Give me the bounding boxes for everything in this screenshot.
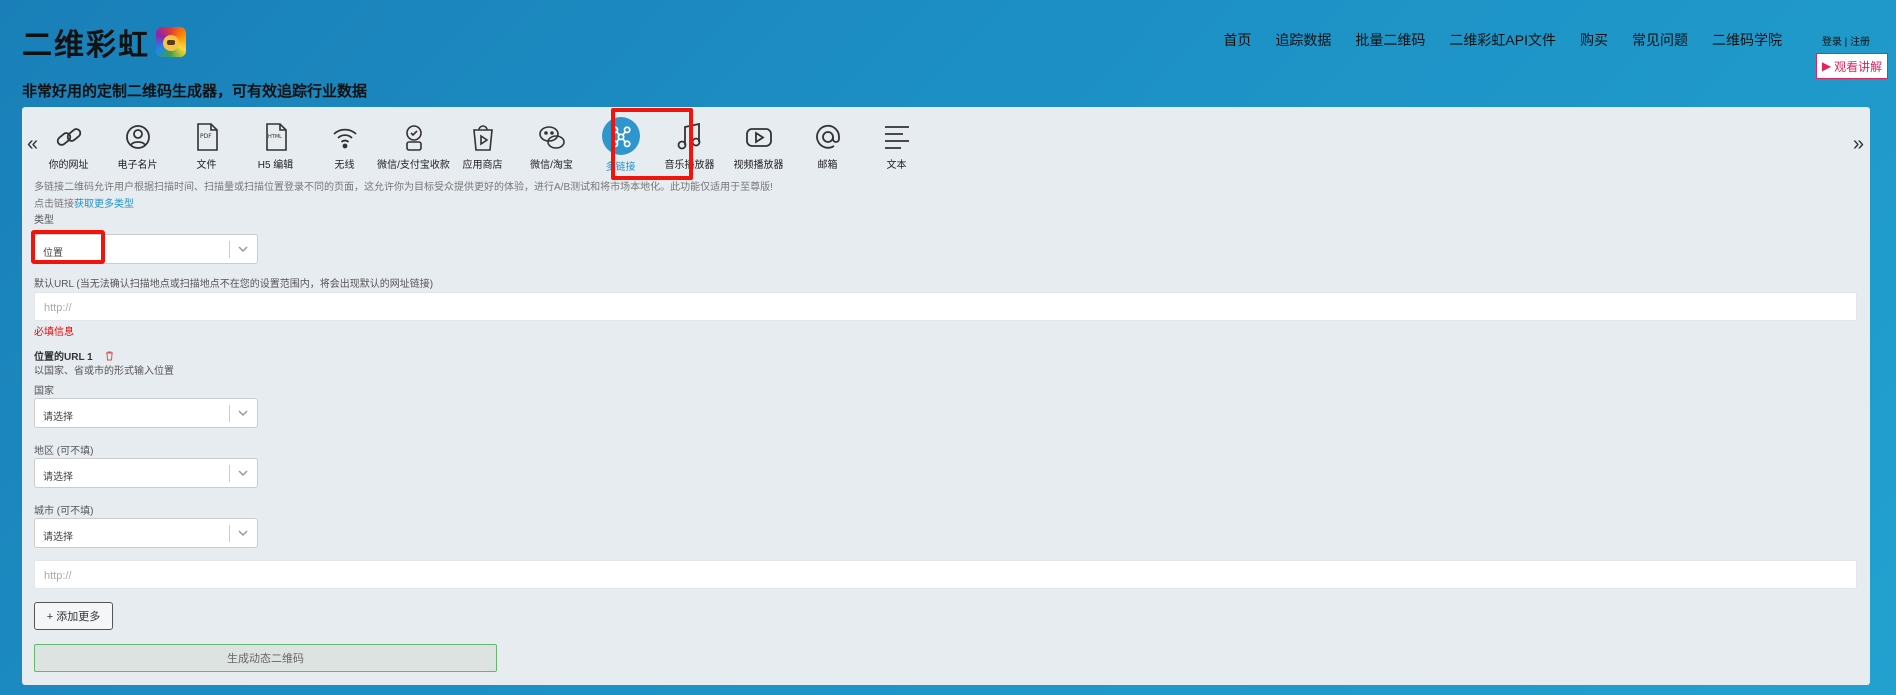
text-lines-icon [884, 126, 909, 149]
default-url-label: 默认URL (当无法确认扫描地点或扫描地点不在您的设置范围内，将会出现默认的网址… [34, 279, 434, 290]
tab-vcard[interactable]: 电子名片 [103, 113, 172, 179]
nav-batch[interactable]: 批量二维码 [1355, 30, 1425, 50]
tab-file[interactable]: PDF 文件 [172, 113, 241, 179]
location-hint: 以国家、省或市的形式输入位置 [34, 366, 174, 377]
chevron-down-icon [238, 246, 248, 253]
add-more-button[interactable]: + 添加更多 [34, 602, 113, 630]
chevron-down-icon [238, 410, 248, 417]
type-select-highlight [31, 230, 105, 264]
watch-tutorial-label: 观看讲解 [1834, 59, 1883, 74]
chevron-down-icon [238, 470, 248, 477]
tab-label: 你的网址 [48, 160, 89, 171]
wifi-icon [332, 128, 357, 149]
svg-text:HTML: HTML [268, 134, 282, 140]
city-select-value: 请选择 [43, 532, 73, 543]
at-sign-icon [815, 124, 840, 149]
logo-text: 二维彩虹 [22, 28, 150, 63]
tab-label: 文本 [886, 160, 907, 171]
active-tab-highlight [611, 108, 693, 180]
pdf-file-icon: PDF [196, 123, 218, 151]
payment-icon [405, 125, 422, 151]
video-play-icon [745, 128, 772, 147]
tab-label: 应用商店 [462, 160, 503, 171]
wechat-icon [538, 126, 565, 149]
city-label: 城市 (可不填) [34, 506, 94, 517]
tab-app-store[interactable]: 应用商店 [448, 113, 517, 179]
svg-text:PDF: PDF [200, 133, 212, 140]
nav-api[interactable]: 二维彩虹API文件 [1449, 30, 1556, 50]
qr-type-tabs: 你的网址 电子名片 PDF 文件 HTML H5 编辑 无线 微信/支付宝收款 … [34, 113, 931, 179]
tab-label: 无线 [334, 160, 355, 171]
select-separator [229, 405, 230, 422]
nav-home[interactable]: 首页 [1223, 30, 1251, 50]
top-nav: 首页 追踪数据 批量二维码 二维彩虹API文件 购买 常见问题 二维码学院 [1223, 30, 1782, 50]
url-placeholder: http:// [44, 570, 72, 582]
default-url-input[interactable]: http:// [34, 292, 1857, 321]
logo[interactable]: 二维彩虹 [22, 20, 186, 64]
play-icon: ▶ [1821, 59, 1832, 73]
more-types-line: 点击链接获取更多类型 [34, 195, 134, 210]
tab-text[interactable]: 文本 [862, 113, 931, 179]
chevron-down-icon [238, 530, 248, 537]
tab-label: 邮箱 [817, 160, 838, 171]
country-select-value: 请选择 [43, 412, 73, 423]
nav-buy[interactable]: 购买 [1580, 30, 1608, 50]
generate-dynamic-qr-button[interactable]: 生成动态二维码 [34, 644, 497, 672]
tab-label: H5 编辑 [257, 160, 294, 171]
link-icon [56, 128, 81, 146]
country-label: 国家 [34, 386, 54, 397]
tab-label: 视频播放器 [733, 160, 784, 171]
location-url-label: 位置的URL 1 [34, 352, 93, 363]
more-types-link[interactable]: 获取更多类型 [74, 199, 134, 210]
tab-h5[interactable]: HTML H5 编辑 [241, 113, 310, 179]
nav-faq[interactable]: 常见问题 [1632, 30, 1688, 50]
url-placeholder: http:// [44, 302, 72, 314]
tagline: 非常好用的定制二维码生成器，可有效追踪行业数据 [22, 83, 368, 100]
region-label: 地区 (可不填) [34, 446, 94, 457]
tab-label: 微信/支付宝收款 [377, 160, 450, 171]
generator-panel: « » 你的网址 电子名片 PDF 文件 HTML H5 编辑 无线 微信/支付… [22, 107, 1870, 685]
select-separator [229, 465, 230, 482]
tab-label: 微信/淘宝 [530, 160, 573, 171]
select-separator [229, 525, 230, 542]
tab-wechat-taobao[interactable]: 微信/淘宝 [517, 113, 586, 179]
city-select[interactable]: 请选择 [34, 518, 258, 548]
user-card-icon [125, 125, 150, 149]
html-file-icon: HTML [265, 123, 287, 151]
tab-url[interactable]: 你的网址 [34, 113, 103, 179]
region-select[interactable]: 请选择 [34, 458, 258, 488]
scroll-right-icon[interactable]: » [1853, 133, 1864, 156]
login-register-link[interactable]: 登录 | 注册 [1822, 33, 1870, 48]
type-label: 类型 [34, 215, 54, 226]
location-url-title: 位置的URL 1 [34, 348, 114, 363]
trash-icon[interactable] [105, 351, 114, 361]
multi-link-description: 多链接二维码允许用户根据扫描时间、扫描量或扫描位置登录不同的页面，这允许你为目标… [34, 182, 773, 193]
tab-video[interactable]: 视频播放器 [724, 113, 793, 179]
tab-email[interactable]: 邮箱 [793, 113, 862, 179]
watch-tutorial-button[interactable]: ▶ 观看讲解 [1816, 53, 1888, 79]
required-hint: 必填信息 [34, 327, 74, 338]
nav-tracking[interactable]: 追踪数据 [1275, 30, 1331, 50]
select-separator [229, 241, 230, 258]
location-url-input[interactable]: http:// [34, 560, 1857, 589]
tab-label: 文件 [196, 160, 217, 171]
tab-label: 电子名片 [117, 160, 158, 171]
tab-payment[interactable]: 微信/支付宝收款 [377, 113, 450, 179]
rainbow-bear-icon [156, 27, 186, 57]
tab-wifi[interactable]: 无线 [310, 113, 379, 179]
nav-academy[interactable]: 二维码学院 [1712, 30, 1782, 50]
region-select-value: 请选择 [43, 472, 73, 483]
app-store-icon [472, 125, 493, 151]
country-select[interactable]: 请选择 [34, 398, 258, 428]
more-types-prefix: 点击链接 [34, 199, 74, 210]
